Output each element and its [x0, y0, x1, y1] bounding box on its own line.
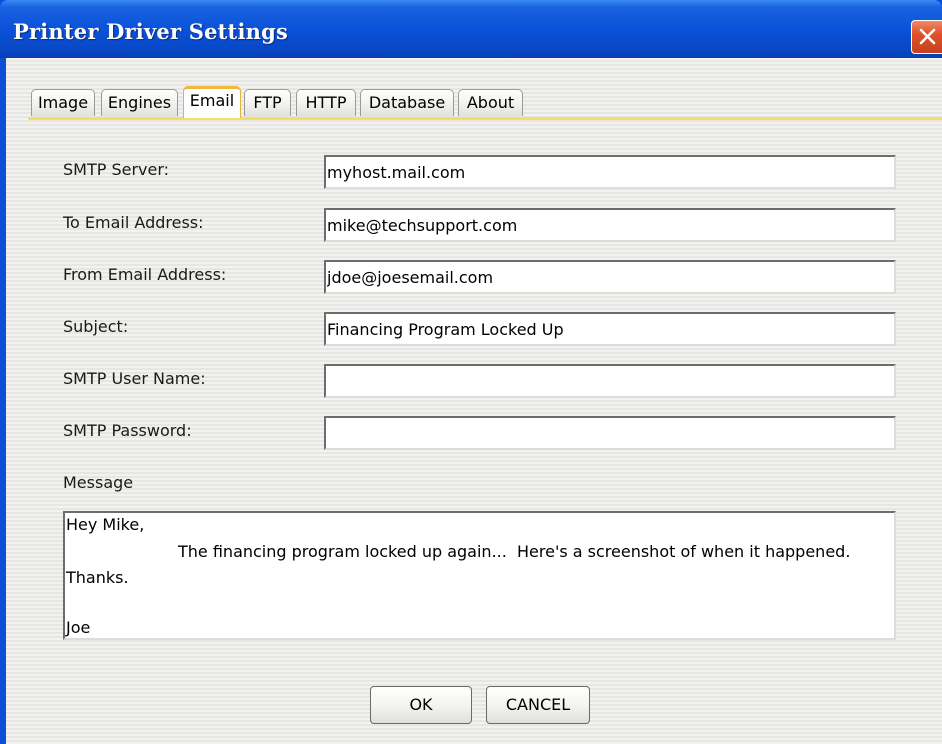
message-line: The financing program locked up again...…	[178, 542, 851, 561]
from-email-input[interactable]	[324, 260, 896, 294]
message-label: Message	[63, 473, 134, 492]
smtp-server-label: SMTP Server:	[63, 160, 170, 179]
close-x-icon	[919, 28, 936, 45]
tab-engines[interactable]: Engines	[101, 89, 178, 116]
tab-email[interactable]: Email	[183, 86, 241, 118]
message-line: Hey Mike,	[66, 515, 145, 534]
smtp-user-label: SMTP User Name:	[63, 369, 206, 388]
message-line: Joe	[66, 618, 91, 637]
tab-database[interactable]: Database	[360, 89, 454, 116]
smtp-server-input[interactable]	[324, 155, 896, 189]
message-line: Thanks.	[66, 568, 129, 587]
smtp-user-input[interactable]	[324, 364, 896, 398]
to-email-label: To Email Address:	[63, 213, 204, 232]
from-email-label: From Email Address:	[63, 265, 227, 284]
subject-input[interactable]	[324, 312, 896, 346]
tab-http[interactable]: HTTP	[296, 89, 356, 116]
tab-underline	[28, 117, 942, 120]
smtp-password-label: SMTP Password:	[63, 421, 192, 440]
tab-ftp[interactable]: FTP	[244, 89, 291, 116]
smtp-password-input[interactable]	[324, 416, 896, 450]
cancel-button[interactable]: CANCEL	[486, 686, 590, 724]
close-button[interactable]	[911, 20, 942, 54]
window-title: Printer Driver Settings	[13, 19, 289, 44]
message-textarea[interactable]: Hey Mike, The financing program locked u…	[63, 511, 896, 640]
to-email-input[interactable]	[324, 208, 896, 242]
title-bar[interactable]: Printer Driver Settings	[0, 0, 942, 58]
ok-button[interactable]: OK	[370, 686, 472, 724]
tab-about[interactable]: About	[458, 89, 523, 116]
subject-label: Subject:	[63, 317, 129, 336]
tab-image[interactable]: Image	[31, 89, 95, 116]
